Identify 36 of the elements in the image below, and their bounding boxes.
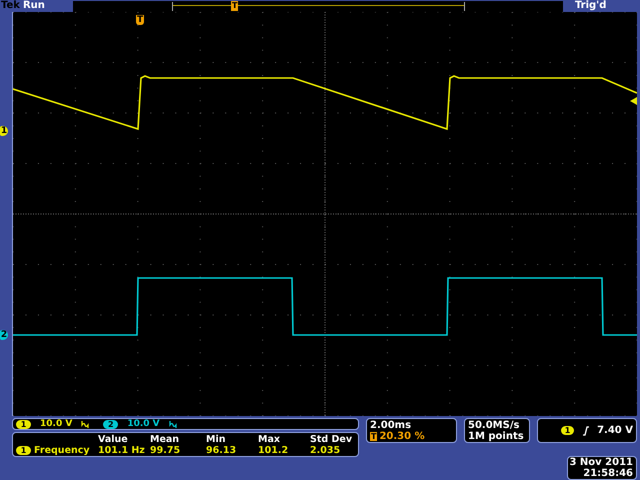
trigger-marker: T (230, 0, 238, 10)
table-cell-text: 99.75 (150, 445, 182, 456)
table-cell-text: 96.13 (206, 445, 238, 456)
trigger-marker: T (370, 432, 378, 440)
trigger-level: 7.40 V (597, 425, 633, 436)
channel-marker: 1 (0, 126, 8, 136)
time: 21:58:46 (583, 468, 633, 479)
rising-edge-icon (582, 426, 590, 436)
trigger-source-badge: 1 (561, 426, 574, 435)
brand-logo: Tek (1, 0, 20, 12)
channel-scale: 10.0 V (127, 419, 160, 429)
column-header: Value (98, 434, 129, 445)
table-cell-text: 101.2 (258, 445, 290, 456)
source-badge: 1 (16, 446, 31, 455)
table-cell-text: 101.1 Hz (98, 445, 146, 456)
bandwidth-limit-icon (168, 420, 177, 428)
bandwidth-limit-icon (81, 420, 90, 428)
date: 3 Nov 2011 (569, 457, 633, 468)
trigger-position-marker: T (136, 15, 144, 25)
channel-badge: 2 (103, 420, 118, 428)
channel-marker: 2 (0, 330, 8, 340)
channel-badge: 1 (16, 420, 31, 428)
trigger-status: Trig'd (574, 0, 606, 12)
column-header: Min (206, 434, 226, 445)
table-cell-text: 2.035 (310, 445, 342, 456)
acquisition-status: Run (22, 0, 46, 12)
column-header: Mean (150, 434, 180, 445)
trigger-level-arrow-icon (630, 97, 637, 105)
sample-rate: 50.0MS/s (468, 420, 520, 430)
record-length: 1M points (468, 430, 525, 442)
column-header: Max (258, 434, 281, 445)
column-header: Std Dev (310, 434, 354, 445)
measurement-name: Frequency (34, 445, 91, 456)
trigger-position: 20.30 % (379, 430, 425, 442)
channel-scale: 10.0 V (40, 419, 72, 429)
time-scale: 2.00ms (370, 420, 412, 430)
